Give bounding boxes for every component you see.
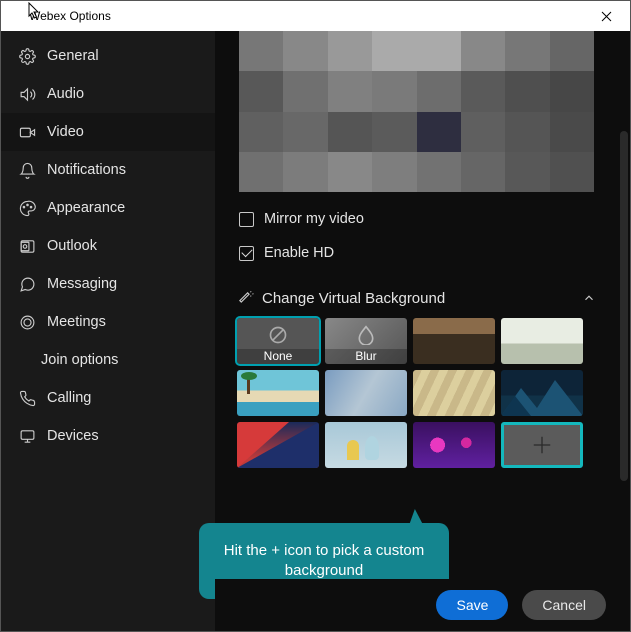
sidebar-item-label: Meetings [47, 314, 106, 330]
video-preview [239, 31, 594, 192]
mirror-video-checkbox[interactable]: Mirror my video [231, 202, 614, 236]
mouse-cursor-icon [28, 2, 42, 20]
outlook-icon [17, 236, 37, 256]
virtual-background-header[interactable]: Change Virtual Background [231, 280, 614, 316]
sidebar: General Audio Video Notifications Appear… [1, 31, 215, 631]
scrollbar[interactable] [620, 131, 628, 481]
cancel-button[interactable]: Cancel [522, 590, 606, 620]
callout-text: Hit the + icon to pick a custom backgrou… [215, 541, 433, 582]
window-title: Webex Options [5, 9, 111, 23]
background-grid: None Blur [231, 316, 614, 468]
bg-option-blur[interactable]: Blur [325, 318, 407, 364]
palette-icon [17, 198, 37, 218]
sidebar-item-messaging[interactable]: Messaging [1, 265, 215, 303]
sidebar-item-label: Join options [41, 352, 118, 368]
bg-option-office1[interactable] [413, 318, 495, 364]
bg-option-space[interactable] [413, 422, 495, 468]
checkbox-icon [239, 212, 254, 227]
bg-option-beach[interactable] [237, 370, 319, 416]
video-icon [17, 122, 37, 142]
checkbox-label: Mirror my video [264, 211, 364, 227]
gear-icon [17, 46, 37, 66]
thumb-label: Blur [325, 349, 407, 364]
sidebar-item-appearance[interactable]: Appearance [1, 189, 215, 227]
phone-icon [17, 388, 37, 408]
sidebar-item-label: Outlook [47, 238, 97, 254]
sidebar-item-devices[interactable]: Devices [1, 417, 215, 455]
sidebar-item-general[interactable]: General [1, 37, 215, 75]
thumb-label: None [237, 349, 319, 364]
wand-icon [237, 290, 254, 307]
sidebar-item-video[interactable]: Video [1, 113, 215, 151]
sidebar-item-label: Video [47, 124, 84, 140]
bg-option-add[interactable] [501, 422, 583, 468]
sidebar-item-audio[interactable]: Audio [1, 75, 215, 113]
bg-option-pattern[interactable] [413, 370, 495, 416]
close-icon [601, 11, 612, 22]
enable-hd-checkbox[interactable]: Enable HD [231, 236, 614, 270]
close-button[interactable] [587, 11, 626, 22]
sidebar-item-label: Devices [47, 428, 99, 444]
options-window: Webex Options General Audio Video Notifi… [0, 0, 631, 632]
checkbox-checked-icon [239, 246, 254, 261]
sidebar-item-label: Appearance [47, 200, 125, 216]
sidebar-item-label: General [47, 48, 99, 64]
sidebar-item-calling[interactable]: Calling [1, 379, 215, 417]
sidebar-item-join-options[interactable]: Join options [1, 341, 215, 379]
titlebar: Webex Options [1, 1, 630, 31]
sidebar-item-label: Audio [47, 86, 84, 102]
save-button[interactable]: Save [436, 590, 508, 620]
sidebar-item-notifications[interactable]: Notifications [1, 151, 215, 189]
checkbox-label: Enable HD [264, 245, 334, 261]
bg-option-blur2[interactable] [325, 370, 407, 416]
chat-icon [17, 274, 37, 294]
bg-option-abstract1[interactable] [237, 422, 319, 468]
bg-option-none[interactable]: None [237, 318, 319, 364]
bell-icon [17, 160, 37, 180]
sidebar-item-outlook[interactable]: Outlook [1, 227, 215, 265]
sidebar-item-label: Notifications [47, 162, 126, 178]
plus-icon [531, 434, 553, 456]
window-body: General Audio Video Notifications Appear… [1, 31, 630, 631]
bg-option-mountains[interactable] [501, 370, 583, 416]
meetings-icon [17, 312, 37, 332]
section-label: Change Virtual Background [262, 290, 445, 307]
chevron-up-icon [582, 291, 596, 305]
bg-option-office2[interactable] [501, 318, 583, 364]
footer: Save Cancel [215, 579, 630, 631]
speaker-icon [17, 84, 37, 104]
monitor-icon [17, 426, 37, 446]
bg-option-3droom[interactable] [325, 422, 407, 468]
sidebar-item-label: Messaging [47, 276, 117, 292]
sidebar-item-meetings[interactable]: Meetings [1, 303, 215, 341]
sidebar-item-label: Calling [47, 390, 91, 406]
